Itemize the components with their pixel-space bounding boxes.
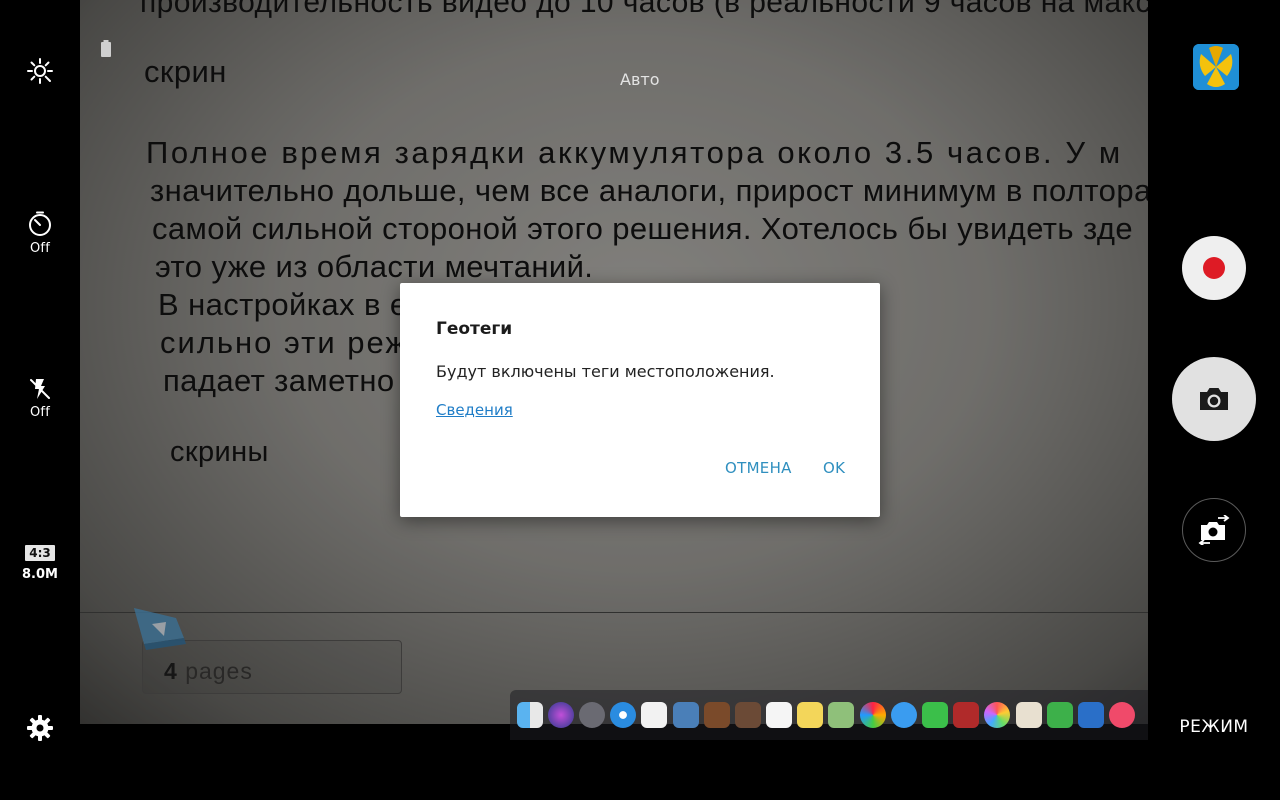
dock-app-siri-icon [547,702,574,728]
record-dot-icon [1203,257,1225,279]
switch-camera-button[interactable] [1182,498,1246,562]
pages-count: 4 [164,658,178,684]
dock-app-facetime-icon [922,702,949,728]
dock-app-messages-icon [890,702,917,728]
dock-app-photos-icon [734,702,761,728]
dock-app-calendar-icon [766,702,793,728]
dock-app-photobooth-icon [953,702,980,728]
dock-app-numbers-icon [1046,702,1073,728]
doc-line: значительно дольше, чем все аналоги, при… [150,173,1148,208]
dock-app-notes-icon [797,702,824,728]
dock-app-photo-icon [859,702,886,728]
settings-button[interactable] [0,714,80,742]
flash-off-icon [30,379,50,399]
scene-mode-label: Авто [620,70,660,89]
dock-app-pages-icon [1015,702,1042,728]
flash-value: Off [30,405,50,420]
sun-sparkle-icon [27,58,53,84]
switch-camera-icon [1198,515,1230,545]
doc-heading: скрин [144,54,227,89]
geotag-dialog: Геотеги Будут включены теги местоположен… [400,283,880,517]
watermark-logo-icon [134,608,186,650]
dock-app-books-icon [703,702,730,728]
dock-app-maps-icon [828,702,855,728]
dock-app-grid-icon [641,702,668,728]
shutter-button[interactable] [1172,357,1256,441]
doc-line: самой сильной стороной этого решения. Хо… [152,211,1134,246]
dock-app-finder-icon [516,702,543,728]
timer-control[interactable]: Off [0,210,80,256]
details-link[interactable]: Сведения [436,401,513,419]
timer-value: Off [30,241,50,256]
page-divider [80,612,1148,613]
mode-button[interactable]: РЕЖИМ [1114,717,1280,737]
ok-button[interactable]: OK [823,459,845,477]
cancel-button[interactable]: ОТМЕНА [725,459,792,477]
resolution-value: 8.0M [22,567,58,582]
doc-heading-2: скрины [170,436,269,468]
ratio-control[interactable]: 4:3 8.0M [0,545,80,582]
dock-app-preview-icon [672,702,699,728]
timer-icon [29,211,51,236]
dialog-message: Будут включены теги местоположения. [436,362,775,381]
dock-app-photos2-icon [984,702,1011,728]
left-control-panel: Off Off 4:3 8.0M [0,0,80,800]
record-video-button[interactable] [1182,236,1246,300]
ratio-badge: 4:3 [25,545,55,561]
doc-top-line: производительность видео до 10 часов (в … [140,0,1148,19]
dock-app-launchpad-icon [578,702,605,728]
dock-app-safari-icon [610,702,637,728]
effects-control[interactable] [0,56,80,86]
macos-dock [510,690,1148,740]
gallery-preview-icon [1193,44,1239,90]
flash-control[interactable]: Off [0,376,80,420]
gallery-thumbnail[interactable] [1193,44,1239,90]
doc-line: это уже из области мечтаний. [155,249,594,284]
camera-icon [1200,388,1228,410]
pages-word: pages [185,658,253,684]
dock-app-keynote-icon [1077,702,1104,728]
viewfinder-bottom-band [80,740,1148,800]
dialog-title: Геотеги [436,319,513,339]
doc-line: Полное время зарядки аккумулятора около … [146,135,1123,170]
right-control-panel [1148,0,1280,800]
pages-label: 4 pages [164,658,253,685]
gear-icon [27,715,53,741]
battery-icon [101,40,111,57]
